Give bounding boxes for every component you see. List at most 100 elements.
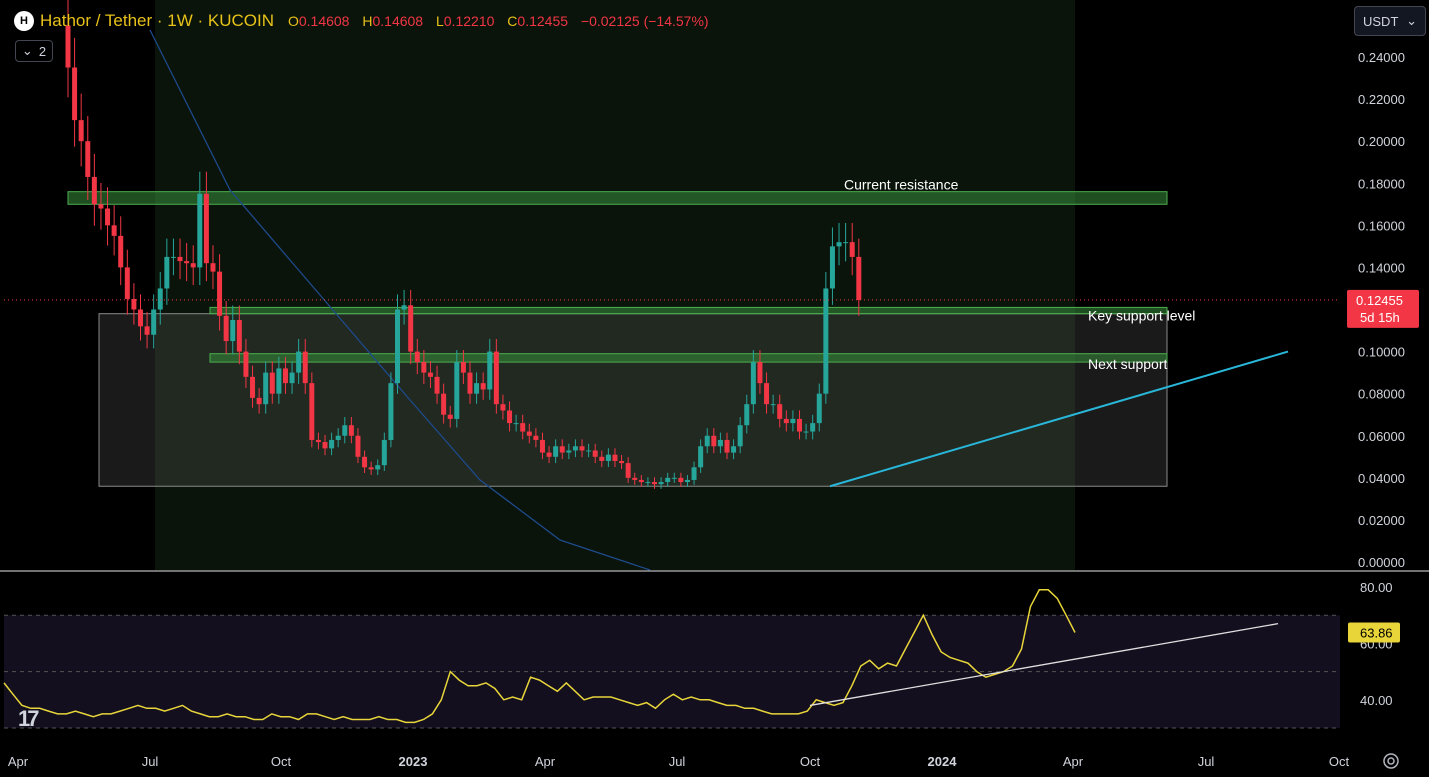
settings-icon[interactable] — [1380, 750, 1402, 772]
candle-body — [236, 320, 242, 352]
zone-label: Key support level — [1088, 308, 1195, 324]
candle-body — [520, 423, 526, 432]
close-key: C — [507, 13, 518, 29]
candle-body — [210, 263, 216, 272]
candle-body — [658, 482, 664, 485]
candle-body — [197, 193, 203, 268]
price-tick-label: 0.06000 — [1358, 429, 1405, 444]
candle-body — [744, 404, 750, 426]
collapse-indicators-button[interactable]: ⌄ 2 — [15, 40, 53, 62]
candle-body — [652, 482, 658, 485]
candle-body — [427, 372, 433, 377]
candle-body — [151, 309, 157, 335]
candle-body — [441, 393, 447, 415]
tradingview-logo-icon[interactable]: 17 — [18, 706, 40, 732]
candle-body — [348, 425, 354, 436]
candle-body — [645, 482, 651, 484]
candle-body — [750, 362, 756, 405]
close-value: 0.12455 — [517, 13, 569, 29]
candle-body — [849, 242, 855, 257]
currency-select[interactable]: USDT ⌄ — [1354, 6, 1426, 36]
candle-body — [177, 256, 183, 262]
x-tick-label: Apr — [8, 754, 29, 769]
candle-body — [493, 351, 499, 405]
price-tick-label: 0.00000 — [1358, 555, 1405, 570]
candle-body — [553, 446, 559, 457]
candle-body — [777, 404, 783, 419]
candle-body — [829, 246, 835, 289]
zone-2 — [209, 353, 1168, 363]
candle-body — [513, 423, 519, 425]
symbol-title[interactable]: Hathor / Tether · 1W · KUCOIN — [40, 11, 274, 31]
candle-body — [678, 477, 684, 483]
candle-body — [230, 320, 236, 342]
candle-body — [632, 477, 638, 480]
candle-body — [203, 193, 209, 264]
candle-body — [665, 477, 671, 483]
x-tick-label: 2023 — [399, 754, 428, 769]
candle-body — [362, 456, 368, 468]
candle-body — [118, 235, 124, 268]
candle-body — [770, 404, 776, 406]
low-value: 0.12210 — [443, 13, 495, 29]
candle-body — [414, 351, 420, 363]
candle-body — [296, 351, 302, 373]
currency-label: USDT — [1363, 13, 1399, 29]
candle-body — [91, 176, 97, 205]
x-tick-label: Jul — [142, 754, 159, 769]
candle-body — [757, 362, 763, 384]
open-value: 0.14608 — [298, 13, 350, 29]
chevron-down-icon: ⌄ — [21, 43, 33, 58]
x-tick-label: Oct — [800, 754, 821, 769]
candle-body — [764, 383, 770, 405]
candle-body — [105, 208, 111, 226]
indicator-count: 2 — [38, 43, 47, 59]
candle-body — [671, 477, 677, 479]
candle-body — [823, 288, 829, 394]
candle-body — [586, 450, 592, 452]
candle-body — [342, 425, 348, 436]
x-tick-label: Apr — [535, 754, 556, 769]
candle-body — [263, 372, 269, 405]
candle-body — [480, 383, 486, 390]
candle-body — [526, 431, 532, 436]
candle-body — [592, 450, 598, 457]
candle-body — [309, 383, 315, 440]
candle-body — [256, 397, 262, 405]
rsi-value: 63.86 — [1360, 626, 1393, 641]
candle-body — [111, 225, 117, 236]
candle-body — [164, 256, 170, 289]
candle-body — [843, 242, 849, 244]
zone-label: Next support — [1088, 356, 1167, 372]
open-key: O — [287, 13, 299, 29]
candle-body — [289, 372, 295, 384]
candle-body — [243, 351, 249, 377]
candle-body — [711, 435, 717, 447]
high-value: 0.14608 — [372, 13, 424, 29]
candle-body — [124, 267, 130, 299]
candle-body — [190, 263, 196, 268]
last-price-value: 0.12455 — [1356, 293, 1403, 308]
candle-body — [572, 446, 578, 451]
x-tick-label: Jul — [669, 754, 686, 769]
rsi-tick-label: 40.00 — [1360, 693, 1393, 708]
candle-body — [447, 414, 453, 419]
symbol-header: H Hathor / Tether · 1W · KUCOIN O0.14608… — [14, 8, 718, 34]
candle-body — [638, 479, 644, 483]
candle-body — [684, 479, 690, 483]
candle-body — [157, 288, 163, 310]
x-tick-label: Apr — [1063, 754, 1084, 769]
candle-body — [704, 435, 710, 447]
candle-body — [619, 461, 625, 464]
candle-body — [460, 362, 466, 373]
candle-body — [421, 362, 427, 373]
candle-body — [302, 351, 308, 384]
candle-body — [368, 467, 374, 470]
candle-body — [731, 446, 737, 453]
chart-canvas[interactable]: 0.24000 0.22000 0.20000 0.18000 0.16000 0.140… — [0, 0, 1429, 777]
price-tick-label: 0.16000 — [1358, 218, 1405, 233]
candle-body — [335, 435, 341, 440]
price-tick-label: 0.22000 — [1358, 92, 1405, 107]
x-tick-label: Oct — [271, 754, 292, 769]
candle-body — [85, 141, 91, 177]
